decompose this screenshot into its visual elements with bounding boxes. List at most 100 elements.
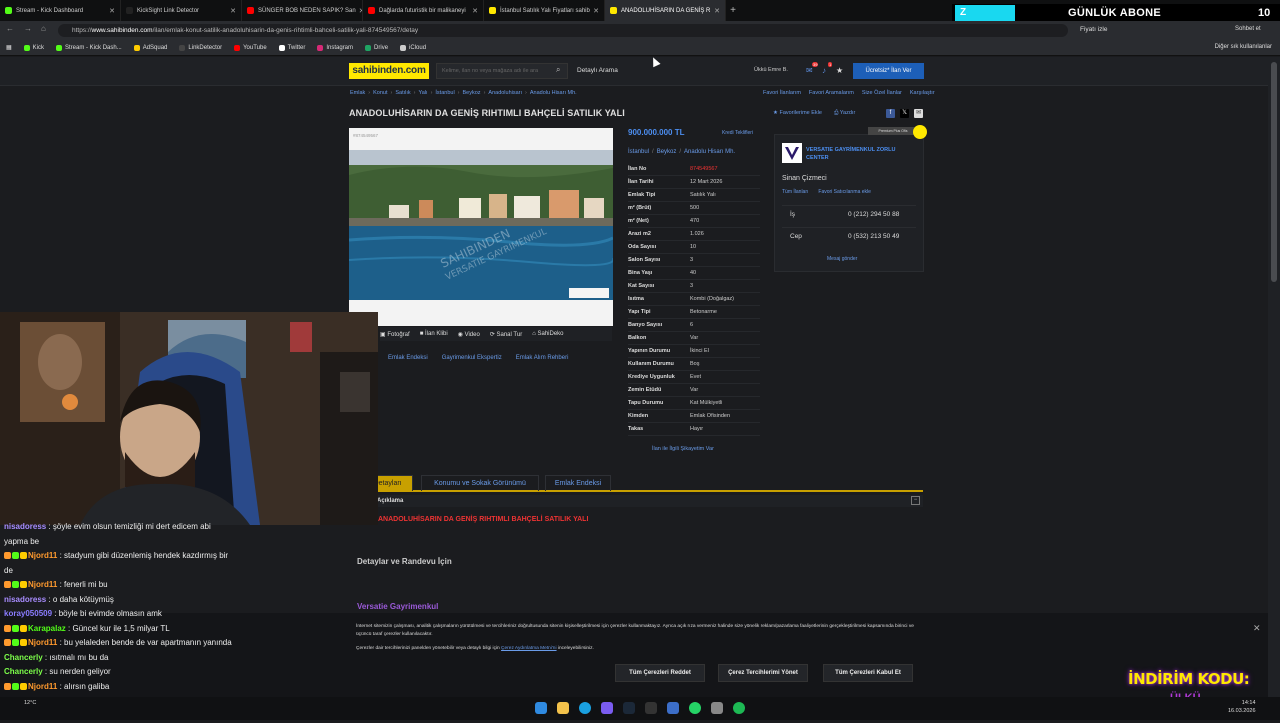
manage-cookies-button[interactable]: Çerez Tercihlerimi Yönet <box>718 664 808 682</box>
agent-link[interactable]: Tüm İlanları <box>782 189 808 195</box>
breadcrumb-item[interactable]: İstanbul <box>435 90 454 96</box>
bookmark-item[interactable]: iCloud <box>400 45 426 51</box>
favorites-link[interactable]: Favori Aramalarım <box>809 90 854 96</box>
clock[interactable]: 14:1416.03.2026 <box>1228 699 1256 715</box>
start-icon[interactable] <box>535 702 547 714</box>
user-menu[interactable]: Ükkü Emre B. <box>754 67 788 73</box>
listing-photo[interactable]: SAHIBINDEN VERSATIE GAYRIMENKUL <box>349 150 613 300</box>
mail-icon[interactable]: ✉ <box>914 109 923 118</box>
whatsapp-icon[interactable] <box>689 702 701 714</box>
real-estate-link[interactable]: Emlak Alım Rehberi <box>516 355 569 361</box>
photo-tab[interactable]: ⌂ SahiDeko <box>532 331 563 337</box>
cookie-policy-link[interactable]: Çerez Aydınlatma Metni'ni <box>501 646 557 651</box>
weather-widget[interactable]: 12°C <box>24 700 36 706</box>
location-link[interactable]: Beykoz <box>657 149 677 155</box>
x-icon[interactable]: 𝕏 <box>900 109 909 118</box>
bell-icon[interactable]: ♪ <box>822 66 826 75</box>
browser-tab[interactable]: SÜNGER BOB NEDEN SAPIK? San✕ <box>242 0 363 21</box>
chat-username[interactable]: Njord11 <box>28 580 60 589</box>
terminal-icon[interactable] <box>645 702 657 714</box>
bookmark-item[interactable]: Stream - Kick Dash... <box>56 45 122 51</box>
detailed-search-link[interactable]: Detaylı Arama <box>577 67 618 74</box>
bookmark-item[interactable]: Kick <box>24 45 44 51</box>
breadcrumb-item[interactable]: Emlak <box>350 90 365 96</box>
post-ad-button[interactable]: Ücretsiz* İlan Ver <box>853 63 924 79</box>
new-tab-button[interactable]: + <box>726 0 740 21</box>
real-estate-link[interactable]: Gayrimenkul Ekspertiz <box>442 355 502 361</box>
search-icon[interactable]: ⌕ <box>556 65 560 75</box>
site-logo[interactable]: sahibinden.com <box>349 63 429 79</box>
collapse-icon[interactable]: − <box>911 496 920 505</box>
close-icon[interactable]: ✕ <box>1253 623 1261 634</box>
phone-work-value[interactable]: 0 (212) 294 50 88 <box>848 211 899 218</box>
tab-location[interactable]: Konumu ve Sokak Görünümü <box>421 475 539 491</box>
breadcrumb-item[interactable]: Anadolu Hisarı Mh. <box>530 90 577 96</box>
price-watch-button[interactable]: Fiyatı izle <box>1080 26 1107 33</box>
photo-tab[interactable]: ▣ Fotoğraf <box>380 331 410 338</box>
photo-tab[interactable]: ◉ Video <box>458 331 480 338</box>
browser-tab[interactable]: KickSight Link Detector✕ <box>121 0 242 21</box>
forward-icon[interactable]: → <box>24 24 32 33</box>
scroll-thumb[interactable] <box>1271 62 1277 282</box>
breadcrumb-item[interactable]: Yalı <box>418 90 427 96</box>
bookmark-item[interactable]: LinkDetector <box>179 45 222 51</box>
tab-real-estate-index[interactable]: Emlak Endeksi <box>545 475 611 491</box>
chat-username[interactable]: Chancerly <box>4 653 45 662</box>
complaint-link[interactable]: İlan ile İlgili Şikayetim Var <box>652 446 714 452</box>
address-bar[interactable]: https://www.sahibinden.com/ilan/emlak-ko… <box>58 24 1068 37</box>
discord-icon[interactable] <box>601 702 613 714</box>
bookmark-item[interactable]: Instagram <box>317 45 353 51</box>
chat-username[interactable]: Karapalaz <box>28 624 68 633</box>
browser-tab[interactable]: Stream - Kick Dashboard✕ <box>0 0 121 21</box>
close-icon[interactable]: ✕ <box>469 7 478 15</box>
credit-offers-link[interactable]: Kredi Teklifleri <box>722 130 753 136</box>
send-message-link[interactable]: Mesaj gönder <box>827 256 857 262</box>
chat-username[interactable]: nisadoress <box>4 522 48 531</box>
other-bookmarks[interactable]: Diğer sık kullanılanlar <box>1215 44 1272 50</box>
steam-icon[interactable] <box>623 702 635 714</box>
close-icon[interactable]: ✕ <box>590 7 599 15</box>
bookmark-item[interactable]: YouTube <box>234 45 267 51</box>
favorites-link[interactable]: Karşılaştır <box>910 90 935 96</box>
favorites-link[interactable]: Size Özel İlanlar <box>862 90 902 96</box>
close-icon[interactable]: ✕ <box>711 7 720 15</box>
bookmark-item[interactable]: Drive <box>365 45 388 51</box>
facebook-icon[interactable]: f <box>886 109 895 118</box>
chat-username[interactable]: Chancerly <box>4 667 45 676</box>
bookmark-item[interactable]: Twitter <box>279 45 306 51</box>
breadcrumb-item[interactable]: Anadoluhisarı <box>488 90 522 96</box>
browser-tab[interactable]: Dağlarda futuristik bir malikaneyi✕ <box>363 0 484 21</box>
seller-logo[interactable] <box>782 143 802 163</box>
real-estate-link[interactable]: Emlak Endeksi <box>388 355 428 361</box>
home-icon[interactable]: ⌂ <box>41 24 46 33</box>
photo-tab[interactable]: ■ İlan Klibi <box>420 331 448 337</box>
breadcrumb-item[interactable]: Konut <box>373 90 387 96</box>
search-input[interactable]: Kelime, ilan no veya mağaza adı ile ara <box>436 63 568 79</box>
add-favorite-link[interactable]: ★ Favorilerime Ekle <box>773 110 822 116</box>
phone-mobile-value[interactable]: 0 (532) 213 50 49 <box>848 233 899 240</box>
file-explorer-icon[interactable] <box>557 702 569 714</box>
print-link[interactable]: ⎙ Yazdır <box>834 110 855 116</box>
close-icon[interactable]: ✕ <box>356 7 363 15</box>
chat-username[interactable]: Njord11 <box>28 638 60 647</box>
bookmark-item[interactable]: AdSquad <box>134 45 168 51</box>
browser-tab[interactable]: İstanbul Satılık Yalı Fiyatları sahib✕ <box>484 0 605 21</box>
settings-icon[interactable] <box>711 702 723 714</box>
back-icon[interactable]: ← <box>6 24 14 33</box>
browser-tab[interactable]: ANADOLUHİSARIN DA GENİŞ R✕ <box>605 0 726 21</box>
location-link[interactable]: Anadolu Hisarı Mh. <box>684 149 735 155</box>
accept-cookies-button[interactable]: Tüm Çerezleri Kabul Et <box>823 664 913 682</box>
chat-username[interactable]: koray050509 <box>4 609 54 618</box>
breadcrumb-item[interactable]: Beykoz <box>463 90 481 96</box>
close-icon[interactable]: ✕ <box>227 7 236 15</box>
browser-icon[interactable] <box>579 702 591 714</box>
apps-icon[interactable]: ▦ <box>6 44 12 51</box>
location-link[interactable]: İstanbul <box>628 149 649 155</box>
agent-link[interactable]: Favori Satıcılarıma ekle <box>818 189 871 195</box>
chat-button[interactable]: Sohbet et <box>1235 26 1261 32</box>
spotify-icon[interactable] <box>733 702 745 714</box>
chat-username[interactable]: Njord11 <box>28 551 60 560</box>
breadcrumb-item[interactable]: Satılık <box>395 90 410 96</box>
favorites-link[interactable]: Favori İlanlarım <box>763 90 801 96</box>
chat-username[interactable]: nisadoress <box>4 595 48 604</box>
